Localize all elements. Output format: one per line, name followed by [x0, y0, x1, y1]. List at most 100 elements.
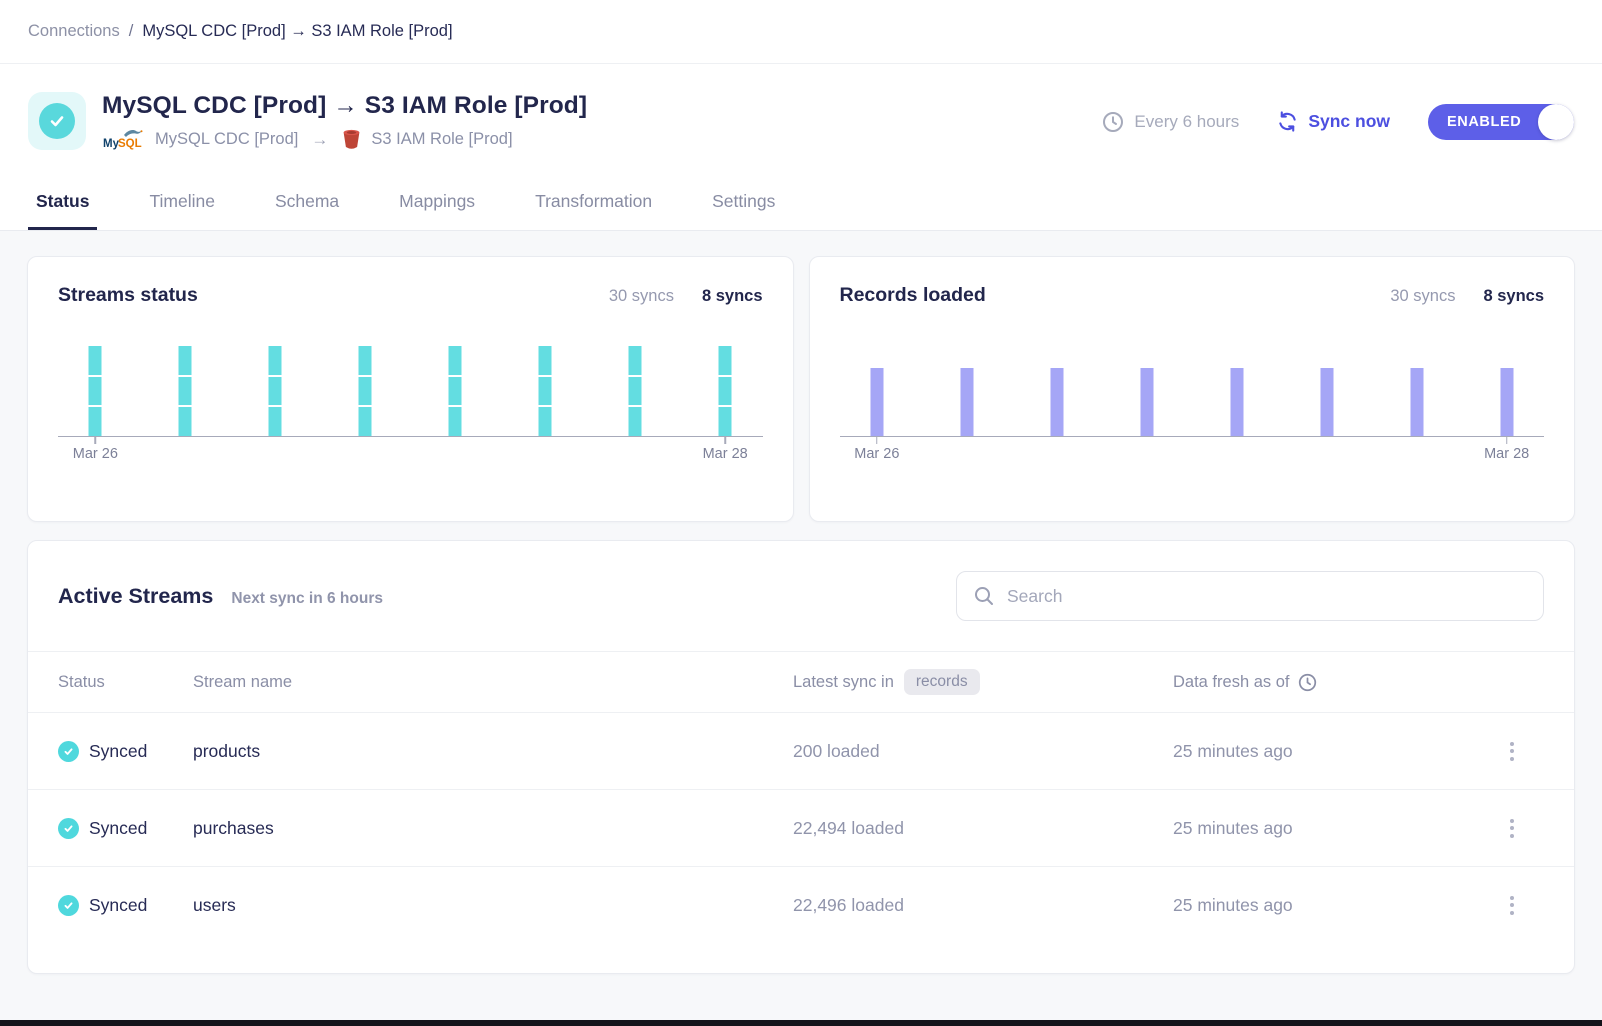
s3-bucket-icon — [341, 128, 362, 151]
search-input[interactable] — [1007, 586, 1527, 607]
sync-bar[interactable] — [179, 346, 192, 436]
enabled-toggle-label: ENABLED — [1447, 114, 1521, 130]
active-streams-card: Active Streams Next sync in 6 hours Stat… — [27, 540, 1575, 974]
col-status: Status — [58, 673, 193, 692]
filter-30-syncs[interactable]: 30 syncs — [1390, 287, 1455, 306]
stream-records-loaded: 22,494 loaded — [793, 818, 1173, 839]
col-latest-sync: Latest sync in — [793, 673, 894, 692]
sync-bar[interactable] — [1410, 368, 1423, 436]
main-content: Streams status 30 syncs 8 syncs Mar 26Ma… — [0, 231, 1602, 974]
sync-now-button[interactable]: Sync now — [1277, 111, 1390, 132]
search-icon — [973, 585, 995, 607]
clock-icon — [1102, 111, 1124, 133]
sync-bar[interactable] — [89, 346, 102, 436]
check-circle-icon — [39, 103, 75, 139]
tab-status[interactable]: Status — [28, 181, 97, 230]
stream-row[interactable]: Synced purchases 22,494 loaded 25 minute… — [28, 789, 1574, 866]
connection-subtitle: My SQL MySQL CDC [Prod] → — [102, 128, 587, 151]
sync-bar[interactable] — [1140, 368, 1153, 436]
filter-30-syncs[interactable]: 30 syncs — [609, 287, 674, 306]
enabled-toggle[interactable]: ENABLED — [1428, 104, 1574, 140]
sync-bar[interactable] — [1050, 368, 1063, 436]
axis-tick — [876, 436, 878, 444]
bottom-edge-strip — [0, 1020, 1602, 1026]
col-data-fresh: Data fresh as of — [1173, 673, 1289, 692]
tab-transformation[interactable]: Transformation — [527, 181, 660, 230]
streams-status-card: Streams status 30 syncs 8 syncs Mar 26Ma… — [27, 256, 794, 522]
row-menu-button[interactable] — [1498, 811, 1526, 845]
records-loaded-chart: Mar 26Mar 28 — [840, 332, 1545, 437]
connection-controls: Every 6 hours Sync now ENABLED — [1102, 104, 1574, 140]
stream-name: products — [193, 741, 793, 762]
filter-8-syncs[interactable]: 8 syncs — [702, 287, 763, 306]
filter-8-syncs[interactable]: 8 syncs — [1483, 287, 1544, 306]
tab-timeline[interactable]: Timeline — [141, 181, 222, 230]
connection-identity: MySQL CDC [Prod] → S3 IAM Role [Prod] My… — [28, 92, 587, 151]
axis-tick — [1506, 436, 1508, 444]
breadcrumb-current: MySQL CDC [Prod] → S3 IAM Role [Prod] — [142, 22, 452, 41]
sync-now-label: Sync now — [1308, 111, 1390, 132]
sync-bar[interactable] — [629, 346, 642, 436]
breadcrumb: Connections / MySQL CDC [Prod] → S3 IAM … — [0, 0, 1602, 64]
stream-records-loaded: 200 loaded — [793, 741, 1173, 762]
sync-bar[interactable] — [449, 346, 462, 436]
stream-records-loaded: 22,496 loaded — [793, 895, 1173, 916]
source-name: MySQL CDC [Prod] — [155, 130, 298, 149]
sync-bar[interactable] — [539, 346, 552, 436]
axis-tick-label: Mar 28 — [703, 446, 748, 462]
charts-row: Streams status 30 syncs 8 syncs Mar 26Ma… — [27, 256, 1575, 522]
sync-bar[interactable] — [1320, 368, 1333, 436]
toggle-knob[interactable] — [1538, 104, 1574, 140]
arrow-icon: → — [311, 130, 328, 150]
tab-schema[interactable]: Schema — [267, 181, 347, 230]
row-menu-button[interactable] — [1498, 734, 1526, 768]
schedule-label: Every 6 hours — [1134, 112, 1239, 132]
sync-bar[interactable] — [719, 346, 732, 436]
records-loaded-card: Records loaded 30 syncs 8 syncs Mar 26Ma… — [809, 256, 1576, 522]
page-top-section: Connections / MySQL CDC [Prod] → S3 IAM … — [0, 0, 1602, 231]
breadcrumb-separator: / — [129, 22, 134, 41]
synced-check-icon — [58, 818, 79, 839]
stream-name: users — [193, 895, 793, 916]
stream-data-fresh: 25 minutes ago — [1173, 895, 1498, 916]
tab-settings[interactable]: Settings — [704, 181, 783, 230]
destination-name: S3 IAM Role [Prod] — [371, 130, 512, 149]
sync-bar[interactable] — [960, 368, 973, 436]
sync-bar[interactable] — [1500, 368, 1513, 436]
axis-tick — [95, 436, 97, 444]
streams-status-chart: Mar 26Mar 28 — [58, 332, 763, 437]
stream-search — [956, 571, 1544, 621]
sync-bar[interactable] — [870, 368, 883, 436]
sync-schedule: Every 6 hours — [1102, 111, 1239, 133]
connection-status-page: Connections / MySQL CDC [Prod] → S3 IAM … — [0, 0, 1602, 1026]
streams-table-header: Status Stream name Latest sync in record… — [28, 651, 1574, 712]
connection-header: MySQL CDC [Prod] → S3 IAM Role [Prod] My… — [0, 64, 1602, 175]
stream-data-fresh: 25 minutes ago — [1173, 818, 1498, 839]
synced-check-icon — [58, 741, 79, 762]
axis-tick — [724, 436, 726, 444]
page-title: MySQL CDC [Prod] → S3 IAM Role [Prod] — [102, 92, 587, 120]
sync-bar[interactable] — [269, 346, 282, 436]
streams-status-title: Streams status — [58, 284, 198, 307]
sync-bar[interactable] — [1230, 368, 1243, 436]
active-streams-title: Active Streams — [58, 584, 213, 609]
col-stream-name: Stream name — [193, 673, 793, 692]
axis-tick-label: Mar 26 — [73, 446, 118, 462]
stream-status: Synced — [89, 741, 147, 762]
sync-bar[interactable] — [359, 346, 372, 436]
streams-table-body: Synced products 200 loaded 25 minutes ag… — [28, 712, 1574, 943]
connection-status-icon — [28, 92, 86, 150]
tabs: Status Timeline Schema Mappings Transformati… — [0, 175, 1602, 230]
tab-mappings[interactable]: Mappings — [391, 181, 483, 230]
records-unit-chip[interactable]: records — [904, 669, 980, 695]
svg-text:SQL: SQL — [118, 138, 142, 150]
stream-row[interactable]: Synced users 22,496 loaded 25 minutes ag… — [28, 866, 1574, 943]
stream-row[interactable]: Synced products 200 loaded 25 minutes ag… — [28, 712, 1574, 789]
axis-tick-label: Mar 28 — [1484, 446, 1529, 462]
breadcrumb-connections-link[interactable]: Connections — [28, 22, 120, 41]
clock-icon — [1298, 673, 1317, 692]
row-menu-button[interactable] — [1498, 888, 1526, 922]
stream-data-fresh: 25 minutes ago — [1173, 741, 1498, 762]
streams-table: Status Stream name Latest sync in record… — [28, 651, 1574, 943]
stream-name: purchases — [193, 818, 793, 839]
